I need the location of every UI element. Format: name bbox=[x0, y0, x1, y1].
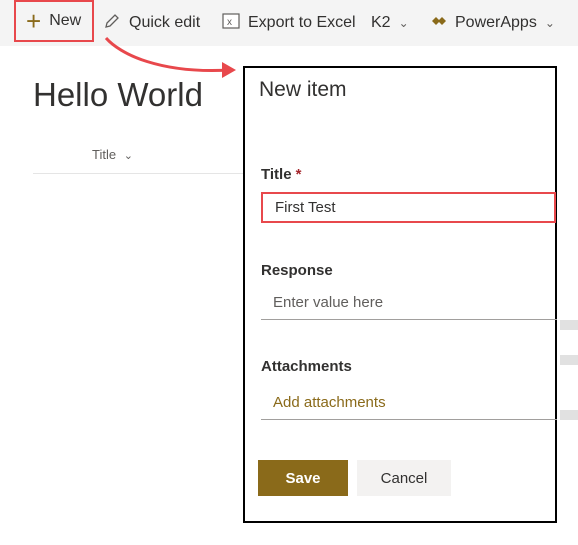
title-input-value: First Test bbox=[275, 199, 336, 216]
cancel-button[interactable]: Cancel bbox=[357, 460, 451, 496]
title-label-text: Title bbox=[261, 166, 292, 183]
title-field-label: Title * bbox=[261, 166, 301, 183]
background-row bbox=[560, 320, 578, 330]
add-attachments-link[interactable]: Add attachments bbox=[273, 394, 386, 411]
command-bar: + New Quick edit x Export to Excel K2 ⌄ … bbox=[0, 0, 578, 46]
chevron-down-icon: ⌄ bbox=[544, 16, 555, 30]
chevron-down-icon: ⌄ bbox=[398, 16, 409, 30]
attachments-field-label: Attachments bbox=[261, 358, 352, 375]
save-button[interactable]: Save bbox=[258, 460, 348, 496]
panel-title: New item bbox=[259, 78, 347, 101]
column-header-label: Title bbox=[92, 147, 117, 162]
response-field-label: Response bbox=[261, 262, 333, 279]
pencil-icon bbox=[103, 12, 121, 35]
required-marker: * bbox=[295, 166, 302, 183]
header-divider bbox=[33, 173, 243, 174]
response-placeholder: Enter value here bbox=[273, 294, 384, 311]
plus-icon: + bbox=[26, 6, 42, 36]
k2-label: K2 bbox=[371, 14, 391, 31]
page-title: Hello World bbox=[33, 76, 203, 113]
background-row bbox=[560, 410, 578, 420]
powerapps-label: PowerApps bbox=[455, 14, 537, 31]
chevron-down-icon: ⌄ bbox=[123, 150, 133, 162]
new-label: New bbox=[49, 12, 82, 29]
background-row bbox=[560, 355, 578, 365]
title-input[interactable]: First Test bbox=[261, 192, 556, 223]
svg-text:x: x bbox=[227, 17, 232, 28]
powerapps-icon bbox=[431, 13, 447, 34]
excel-icon: x bbox=[222, 12, 240, 35]
add-attachments-field: Add attachments bbox=[261, 386, 557, 420]
k2-button[interactable]: K2 ⌄ bbox=[371, 0, 409, 46]
new-item-panel: New item Title * First Test Response Ente… bbox=[243, 66, 557, 523]
quick-edit-label: Quick edit bbox=[129, 14, 201, 31]
export-label: Export to Excel bbox=[248, 14, 356, 31]
response-input[interactable]: Enter value here bbox=[261, 286, 557, 320]
powerapps-button[interactable]: PowerApps ⌄ bbox=[431, 0, 555, 46]
new-button[interactable]: + New bbox=[14, 0, 94, 42]
column-header-title[interactable]: Title ⌄ bbox=[92, 147, 133, 162]
